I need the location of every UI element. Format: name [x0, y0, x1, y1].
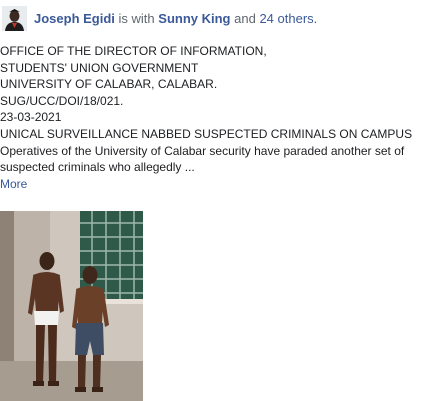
post-header: Joseph Egidi is with Sunny King and 24 o… [0, 4, 428, 34]
post-text: OFFICE OF THE DIRECTOR OF INFORMATION, S… [0, 43, 426, 192]
post-photo[interactable] [0, 211, 143, 401]
author-name[interactable]: Joseph Egidi [34, 11, 115, 26]
post-line: OFFICE OF THE DIRECTOR OF INFORMATION, [0, 44, 267, 58]
post-line: 23-03-2021 [0, 110, 62, 125]
post-line: SUG/UCC/DOI/18/021. [0, 93, 124, 108]
others-link[interactable]: 24 others. [259, 11, 317, 26]
is-with-text: is with [118, 11, 155, 26]
author-avatar[interactable] [2, 6, 27, 31]
tagged-person[interactable]: Sunny King [158, 11, 230, 26]
post-headline: UNICAL SURVEILLANCE NABBED SUSPECTED CRI… [0, 126, 413, 141]
post-body: Operatives of the University of Calabar … [0, 143, 405, 175]
more-link[interactable]: More [0, 176, 426, 193]
suspects-photo-image [0, 211, 143, 401]
post-line: STUDENTS' UNION GOVERNMENT [0, 60, 199, 75]
post-line: UNIVERSITY OF CALABAR, CALABAR. [0, 77, 218, 92]
header-text: Joseph Egidi is with Sunny King and 24 o… [34, 11, 317, 26]
avatar-image [2, 6, 27, 31]
and-text: and [234, 11, 256, 26]
